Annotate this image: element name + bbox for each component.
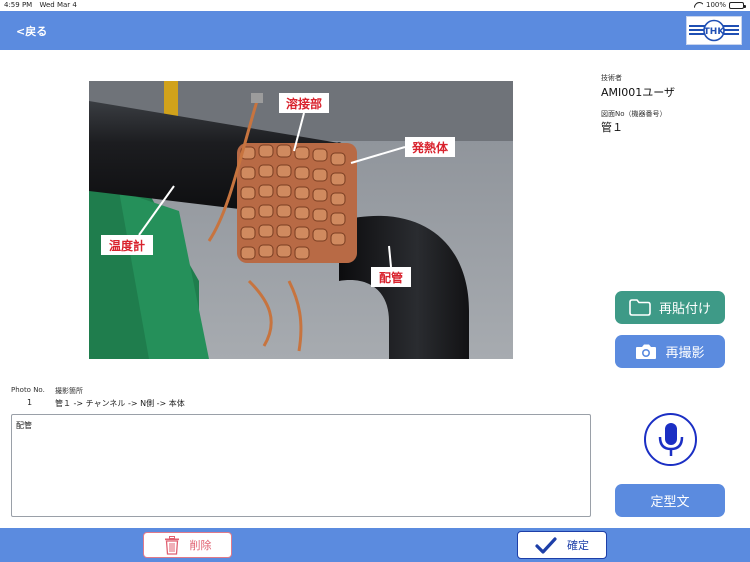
label-thermometer: 温度計: [109, 238, 145, 253]
wifi-icon: [694, 2, 703, 9]
engineer-label: 技術者: [601, 74, 622, 82]
template-phrase-label: 定型文: [650, 495, 690, 510]
microphone-icon: [658, 422, 683, 456]
drawing-no-value: 管１: [601, 121, 623, 134]
checkmark-icon: [535, 536, 557, 554]
label-heater: 発熱体: [411, 140, 449, 155]
status-date: Wed Mar 4: [39, 1, 77, 9]
confirm-button[interactable]: 確定: [517, 531, 607, 559]
photo-no-value: 1: [27, 398, 33, 407]
status-time: 4:59 PM: [4, 1, 33, 9]
drawing-no-label: 図面No（機器番号）: [601, 110, 667, 118]
location-label: 撮影箇所: [55, 387, 83, 395]
logo-text: THK: [704, 27, 726, 37]
template-phrase-button[interactable]: 定型文: [615, 484, 725, 517]
label-pipe: 配管: [379, 270, 403, 285]
confirm-label: 確定: [567, 539, 589, 552]
status-left: 4:59 PM Wed Mar 4: [4, 0, 82, 11]
microphone-button[interactable]: [644, 413, 697, 466]
location-value: 管１ -> チャンネル -> N側 -> 本体: [55, 399, 185, 408]
header-bar: <戻る THK: [0, 11, 750, 50]
thk-logo-icon: THK: [689, 19, 739, 42]
photo-no-label: Photo No.: [11, 386, 45, 394]
battery-icon: [729, 2, 746, 9]
note-textarea[interactable]: 配管: [11, 414, 591, 517]
status-right: 100%: [694, 0, 746, 11]
label-welded: 溶接部: [286, 96, 322, 111]
status-bar: 4:59 PM Wed Mar 4 100%: [0, 0, 750, 11]
delete-label: 削除: [189, 539, 212, 552]
note-text: 配管: [16, 421, 32, 430]
footer-bar: 削除 確定: [0, 528, 750, 562]
battery-percent: 100%: [705, 1, 726, 9]
pipe-photo: 溶接部 発熱体 温度計 配管: [89, 81, 513, 359]
folder-icon: [629, 299, 651, 316]
engineer-value: AMI001ユーザ: [601, 86, 676, 99]
reshoot-button[interactable]: 再撮影: [615, 335, 725, 368]
repaste-label: 再貼付け: [658, 302, 711, 317]
camera-icon: [636, 344, 657, 359]
delete-button[interactable]: 削除: [143, 532, 232, 558]
back-button[interactable]: <戻る: [16, 23, 47, 39]
reshoot-label: 再撮影: [665, 346, 705, 361]
thk-logo: THK: [686, 16, 742, 45]
repaste-button[interactable]: 再貼付け: [615, 291, 725, 324]
heater-coils: [237, 143, 357, 263]
photo-preview: 溶接部 発熱体 温度計 配管: [89, 81, 513, 359]
trash-icon: [164, 535, 179, 555]
